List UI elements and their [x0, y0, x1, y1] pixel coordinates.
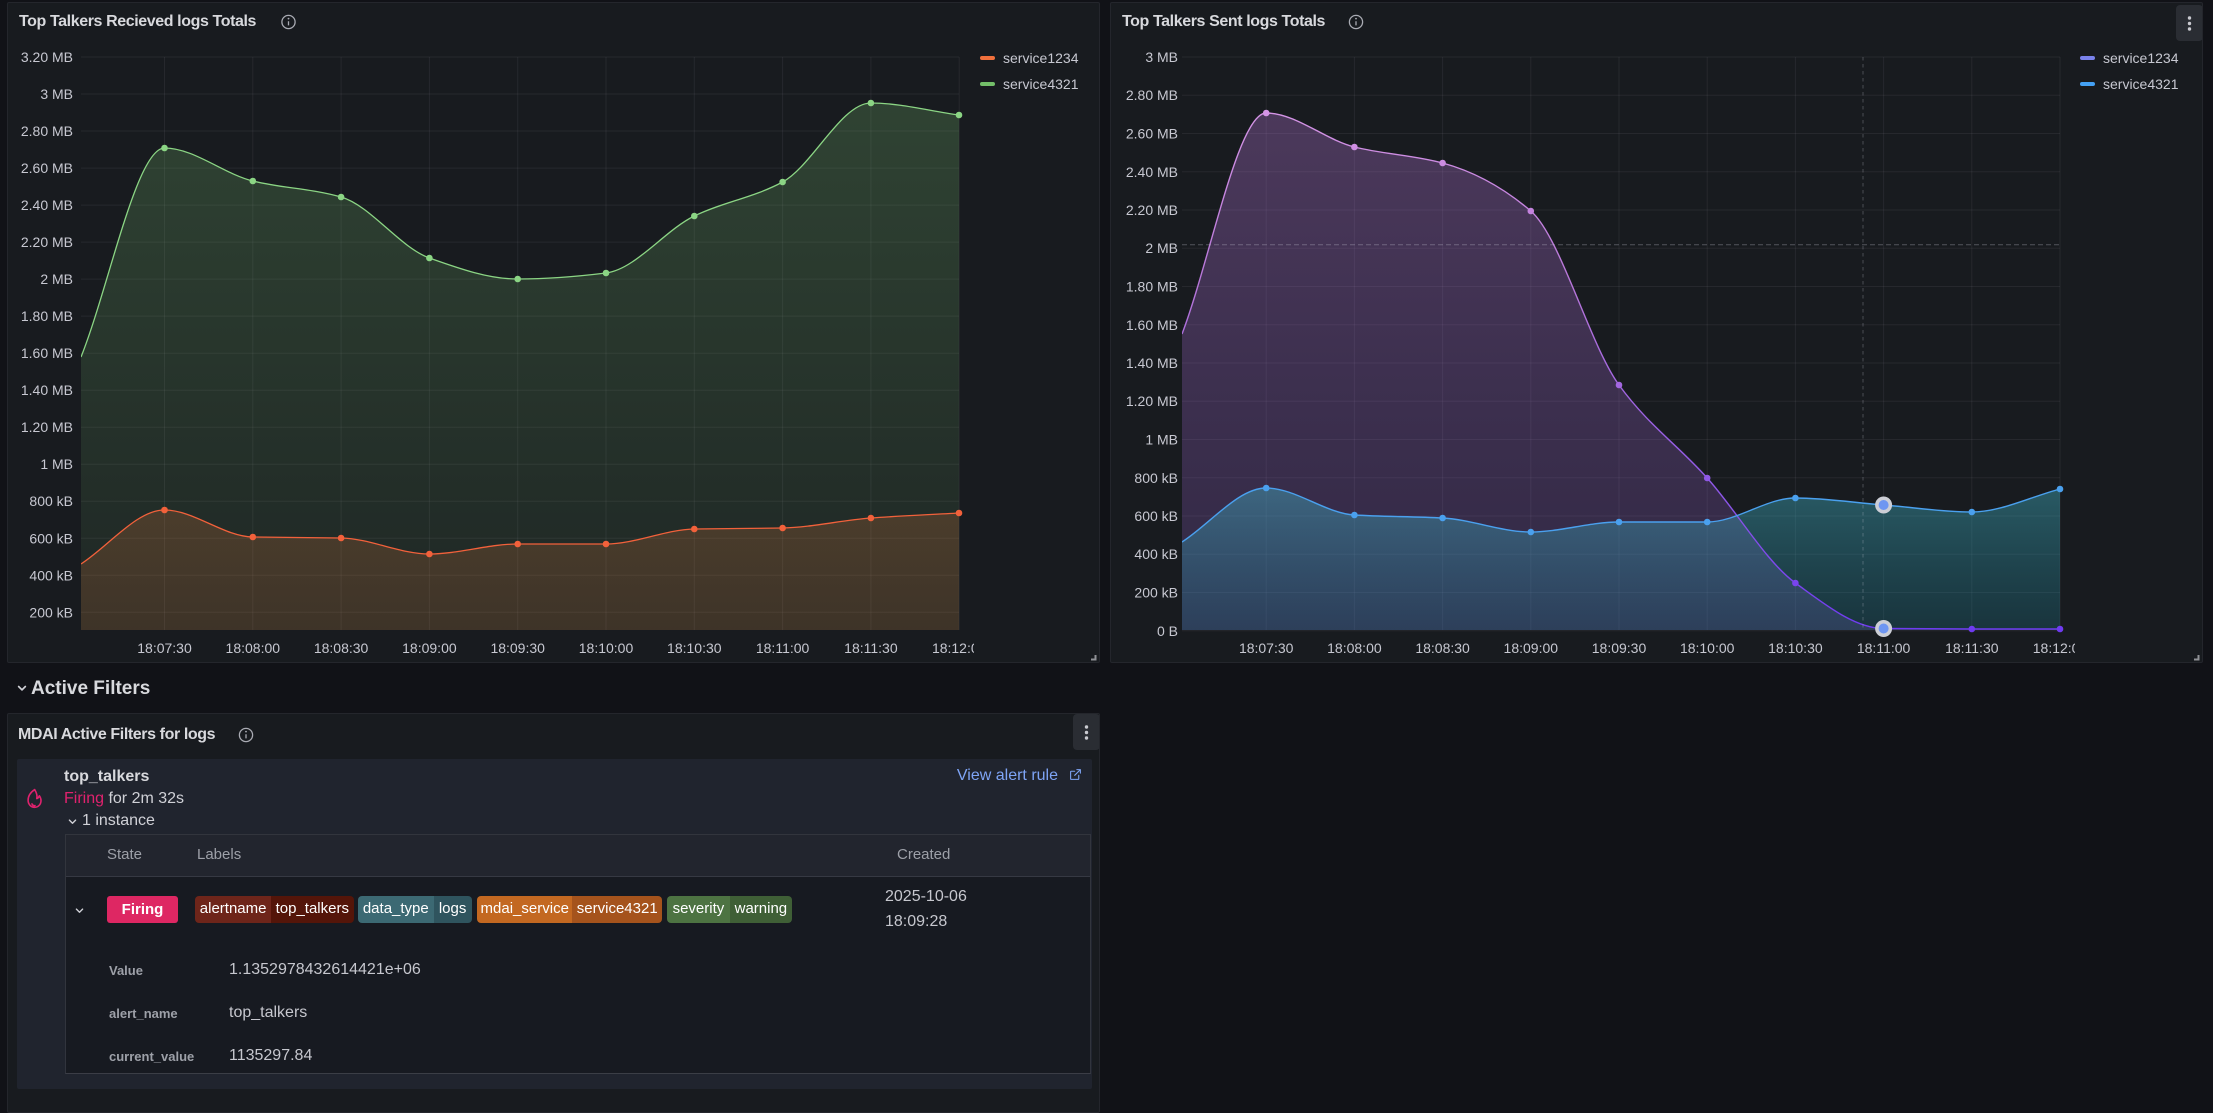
svg-text:1 MB: 1 MB	[1145, 432, 1178, 448]
svg-text:2.80 MB: 2.80 MB	[21, 123, 73, 139]
svg-text:1 MB: 1 MB	[40, 456, 73, 472]
svg-text:18:12:00: 18:12:00	[932, 640, 987, 656]
svg-text:600 kB: 600 kB	[1134, 508, 1178, 524]
svg-text:200 kB: 200 kB	[1134, 585, 1178, 601]
svg-text:18:10:30: 18:10:30	[667, 640, 722, 656]
svg-text:600 kB: 600 kB	[29, 530, 73, 546]
svg-text:18:08:00: 18:08:00	[226, 640, 281, 656]
svg-text:0 B: 0 B	[1157, 623, 1178, 639]
svg-text:1.40 MB: 1.40 MB	[21, 382, 73, 398]
svg-text:2.60 MB: 2.60 MB	[21, 160, 73, 176]
svg-text:2 MB: 2 MB	[1145, 240, 1178, 256]
svg-text:18:09:00: 18:09:00	[402, 640, 457, 656]
svg-text:2.20 MB: 2.20 MB	[1126, 202, 1178, 218]
svg-text:1.20 MB: 1.20 MB	[21, 419, 73, 435]
svg-text:18:08:00: 18:08:00	[1327, 640, 1382, 656]
svg-text:2.20 MB: 2.20 MB	[21, 234, 73, 250]
svg-text:2.40 MB: 2.40 MB	[21, 197, 73, 213]
svg-text:18:09:30: 18:09:30	[490, 640, 545, 656]
svg-text:400 kB: 400 kB	[29, 567, 73, 583]
svg-text:2.60 MB: 2.60 MB	[1126, 126, 1178, 142]
svg-text:18:07:30: 18:07:30	[137, 640, 192, 656]
svg-text:18:10:00: 18:10:00	[1680, 640, 1735, 656]
svg-text:18:09:30: 18:09:30	[1592, 640, 1647, 656]
svg-text:1.60 MB: 1.60 MB	[21, 345, 73, 361]
svg-text:3 MB: 3 MB	[1145, 49, 1178, 65]
svg-text:1.60 MB: 1.60 MB	[1126, 317, 1178, 333]
svg-text:3 MB: 3 MB	[40, 86, 73, 102]
svg-text:2 MB: 2 MB	[40, 271, 73, 287]
svg-text:1.80 MB: 1.80 MB	[1126, 279, 1178, 295]
svg-text:18:11:00: 18:11:00	[1857, 640, 1911, 656]
svg-text:800 kB: 800 kB	[1134, 470, 1178, 486]
svg-text:1.80 MB: 1.80 MB	[21, 308, 73, 324]
svg-text:400 kB: 400 kB	[1134, 546, 1178, 562]
svg-text:18:09:00: 18:09:00	[1504, 640, 1559, 656]
svg-text:18:11:30: 18:11:30	[1945, 640, 1999, 656]
svg-text:18:08:30: 18:08:30	[314, 640, 369, 656]
svg-text:2.80 MB: 2.80 MB	[1126, 87, 1178, 103]
svg-text:1.20 MB: 1.20 MB	[1126, 393, 1178, 409]
svg-text:18:08:30: 18:08:30	[1415, 640, 1470, 656]
svg-text:18:11:00: 18:11:00	[756, 640, 810, 656]
svg-text:18:10:00: 18:10:00	[579, 640, 634, 656]
svg-text:3.20 MB: 3.20 MB	[21, 49, 73, 65]
svg-text:200 kB: 200 kB	[29, 604, 73, 620]
svg-text:18:10:30: 18:10:30	[1768, 640, 1823, 656]
svg-text:2.40 MB: 2.40 MB	[1126, 164, 1178, 180]
svg-text:1.40 MB: 1.40 MB	[1126, 355, 1178, 371]
svg-text:18:07:30: 18:07:30	[1239, 640, 1294, 656]
svg-text:18:12:00: 18:12:00	[2033, 640, 2088, 656]
svg-text:18:11:30: 18:11:30	[844, 640, 898, 656]
svg-text:800 kB: 800 kB	[29, 493, 73, 509]
